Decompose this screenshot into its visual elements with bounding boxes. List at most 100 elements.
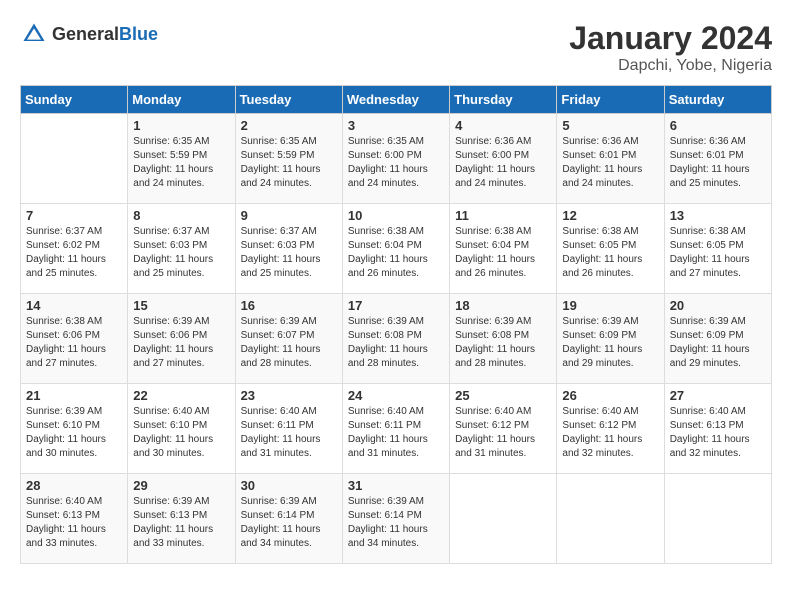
day-info: Sunrise: 6:36 AMSunset: 6:01 PMDaylight:… (670, 135, 766, 191)
day-number: 15 (133, 298, 229, 313)
calendar-cell (557, 474, 664, 564)
calendar-cell: 14Sunrise: 6:38 AMSunset: 6:06 PMDayligh… (21, 294, 128, 384)
day-info: Sunrise: 6:38 AMSunset: 6:04 PMDaylight:… (455, 225, 551, 281)
day-info: Sunrise: 6:35 AMSunset: 5:59 PMDaylight:… (133, 135, 229, 191)
day-info: Sunrise: 6:36 AMSunset: 6:00 PMDaylight:… (455, 135, 551, 191)
location-title: Dapchi, Yobe, Nigeria (569, 57, 772, 75)
day-info: Sunrise: 6:40 AMSunset: 6:13 PMDaylight:… (670, 405, 766, 461)
day-number: 17 (348, 298, 444, 313)
calendar-header-thursday: Thursday (450, 86, 557, 114)
day-number: 24 (348, 388, 444, 403)
calendar-cell: 18 Sunrise: 6:39 AMSunset: 6:08 PMDayligh… (450, 294, 557, 384)
calendar-header-saturday: Saturday (664, 86, 771, 114)
day-number: 27 (670, 388, 766, 403)
calendar-cell: 27 Sunrise: 6:40 AMSunset: 6:13 PMDayligh… (664, 384, 771, 474)
day-number: 16 (241, 298, 337, 313)
calendar-cell: 26Sunrise: 6:40 AMSunset: 6:12 PMDayligh… (557, 384, 664, 474)
day-number: 25 (455, 388, 551, 403)
page-header: GeneralBlue January 2024 Dapchi, Yobe, N… (20, 20, 772, 75)
day-info: Sunrise: 6:37 AMSunset: 6:02 PMDaylight:… (26, 225, 122, 281)
calendar-cell: 19 Sunrise: 6:39 AMSunset: 6:09 PMDayligh… (557, 294, 664, 384)
day-info: Sunrise: 6:39 AMSunset: 6:08 PMDaylight:… (348, 315, 444, 371)
calendar-body: 1 Sunrise: 6:35 AMSunset: 5:59 PMDaylight… (21, 114, 772, 564)
calendar-week-3: 21 Sunrise: 6:39 AMSunset: 6:10 PMDayligh… (21, 384, 772, 474)
calendar-week-1: 7 Sunrise: 6:37 AMSunset: 6:02 PMDaylight… (21, 204, 772, 294)
calendar-cell: 9Sunrise: 6:37 AMSunset: 6:03 PMDaylight… (235, 204, 342, 294)
calendar-week-2: 14Sunrise: 6:38 AMSunset: 6:06 PMDayligh… (21, 294, 772, 384)
calendar-cell (21, 114, 128, 204)
day-info: Sunrise: 6:39 AMSunset: 6:06 PMDaylight:… (133, 315, 229, 371)
calendar-cell: 13Sunrise: 6:38 AMSunset: 6:05 PMDayligh… (664, 204, 771, 294)
day-info: Sunrise: 6:40 AMSunset: 6:11 PMDaylight:… (348, 405, 444, 461)
day-number: 22 (133, 388, 229, 403)
day-number: 13 (670, 208, 766, 223)
day-number: 9 (241, 208, 337, 223)
day-info: Sunrise: 6:38 AMSunset: 6:04 PMDaylight:… (348, 225, 444, 281)
day-number: 21 (26, 388, 122, 403)
day-number: 5 (562, 118, 658, 133)
day-number: 1 (133, 118, 229, 133)
day-number: 12 (562, 208, 658, 223)
calendar-header-sunday: Sunday (21, 86, 128, 114)
day-number: 2 (241, 118, 337, 133)
day-number: 6 (670, 118, 766, 133)
calendar-header-tuesday: Tuesday (235, 86, 342, 114)
day-number: 31 (348, 478, 444, 493)
day-number: 8 (133, 208, 229, 223)
day-info: Sunrise: 6:39 AMSunset: 6:07 PMDaylight:… (241, 315, 337, 371)
calendar-header-row: SundayMondayTuesdayWednesdayThursdayFrid… (21, 86, 772, 114)
day-info: Sunrise: 6:40 AMSunset: 6:13 PMDaylight:… (26, 495, 122, 551)
day-info: Sunrise: 6:38 AMSunset: 6:05 PMDaylight:… (562, 225, 658, 281)
day-info: Sunrise: 6:39 AMSunset: 6:10 PMDaylight:… (26, 405, 122, 461)
day-info: Sunrise: 6:39 AMSunset: 6:09 PMDaylight:… (562, 315, 658, 371)
day-info: Sunrise: 6:39 AMSunset: 6:08 PMDaylight:… (455, 315, 551, 371)
day-number: 28 (26, 478, 122, 493)
day-number: 18 (455, 298, 551, 313)
day-number: 3 (348, 118, 444, 133)
calendar-cell: 3Sunrise: 6:35 AMSunset: 6:00 PMDaylight… (342, 114, 449, 204)
day-info: Sunrise: 6:36 AMSunset: 6:01 PMDaylight:… (562, 135, 658, 191)
month-title: January 2024 (569, 20, 772, 57)
day-info: Sunrise: 6:35 AMSunset: 5:59 PMDaylight:… (241, 135, 337, 191)
calendar-week-4: 28 Sunrise: 6:40 AMSunset: 6:13 PMDayligh… (21, 474, 772, 564)
calendar-cell: 15 Sunrise: 6:39 AMSunset: 6:06 PMDayligh… (128, 294, 235, 384)
day-number: 30 (241, 478, 337, 493)
day-number: 14 (26, 298, 122, 313)
calendar-cell: 6 Sunrise: 6:36 AMSunset: 6:01 PMDaylight… (664, 114, 771, 204)
calendar-cell: 20Sunrise: 6:39 AMSunset: 6:09 PMDayligh… (664, 294, 771, 384)
day-number: 7 (26, 208, 122, 223)
calendar-cell: 31 Sunrise: 6:39 AMSunset: 6:14 PMDayligh… (342, 474, 449, 564)
calendar-cell: 4Sunrise: 6:36 AMSunset: 6:00 PMDaylight… (450, 114, 557, 204)
day-number: 11 (455, 208, 551, 223)
calendar-cell: 2 Sunrise: 6:35 AMSunset: 5:59 PMDaylight… (235, 114, 342, 204)
calendar-cell (450, 474, 557, 564)
calendar-header-wednesday: Wednesday (342, 86, 449, 114)
logo-general: General (52, 24, 119, 44)
calendar-cell: 24 Sunrise: 6:40 AMSunset: 6:11 PMDayligh… (342, 384, 449, 474)
calendar-cell: 1 Sunrise: 6:35 AMSunset: 5:59 PMDaylight… (128, 114, 235, 204)
calendar-cell: 8 Sunrise: 6:37 AMSunset: 6:03 PMDaylight… (128, 204, 235, 294)
calendar-cell: 28 Sunrise: 6:40 AMSunset: 6:13 PMDayligh… (21, 474, 128, 564)
calendar-header-friday: Friday (557, 86, 664, 114)
day-info: Sunrise: 6:40 AMSunset: 6:10 PMDaylight:… (133, 405, 229, 461)
calendar-cell: 16 Sunrise: 6:39 AMSunset: 6:07 PMDayligh… (235, 294, 342, 384)
calendar-cell: 23Sunrise: 6:40 AMSunset: 6:11 PMDayligh… (235, 384, 342, 474)
day-info: Sunrise: 6:39 AMSunset: 6:13 PMDaylight:… (133, 495, 229, 551)
day-number: 20 (670, 298, 766, 313)
day-number: 19 (562, 298, 658, 313)
day-number: 29 (133, 478, 229, 493)
day-info: Sunrise: 6:39 AMSunset: 6:14 PMDaylight:… (348, 495, 444, 551)
title-block: January 2024 Dapchi, Yobe, Nigeria (569, 20, 772, 75)
day-info: Sunrise: 6:40 AMSunset: 6:11 PMDaylight:… (241, 405, 337, 461)
calendar-cell: 21 Sunrise: 6:39 AMSunset: 6:10 PMDayligh… (21, 384, 128, 474)
calendar-cell: 12 Sunrise: 6:38 AMSunset: 6:05 PMDayligh… (557, 204, 664, 294)
calendar-cell: 10Sunrise: 6:38 AMSunset: 6:04 PMDayligh… (342, 204, 449, 294)
calendar-cell: 30 Sunrise: 6:39 AMSunset: 6:14 PMDayligh… (235, 474, 342, 564)
calendar-table: SundayMondayTuesdayWednesdayThursdayFrid… (20, 85, 772, 564)
calendar-cell: 22 Sunrise: 6:40 AMSunset: 6:10 PMDayligh… (128, 384, 235, 474)
day-info: Sunrise: 6:40 AMSunset: 6:12 PMDaylight:… (455, 405, 551, 461)
logo-icon (20, 20, 48, 48)
calendar-cell: 11 Sunrise: 6:38 AMSunset: 6:04 PMDayligh… (450, 204, 557, 294)
day-info: Sunrise: 6:39 AMSunset: 6:14 PMDaylight:… (241, 495, 337, 551)
day-info: Sunrise: 6:37 AMSunset: 6:03 PMDaylight:… (133, 225, 229, 281)
